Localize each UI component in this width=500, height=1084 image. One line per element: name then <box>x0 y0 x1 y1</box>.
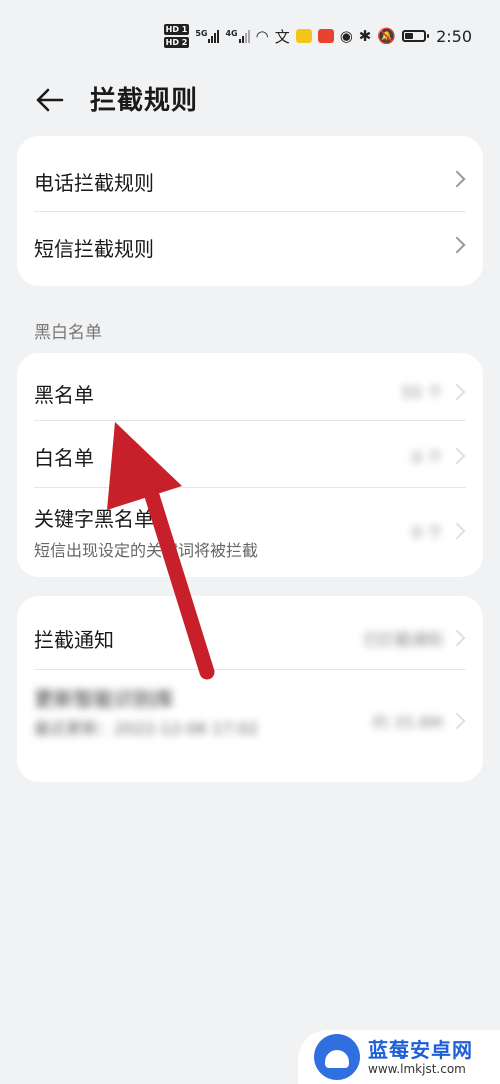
watermark-name: 蓝莓安卓网 <box>368 1038 473 1062</box>
android-logo-icon <box>314 1034 360 1080</box>
watermark: 蓝莓安卓网 www.lmkjst.com <box>298 1030 500 1084</box>
watermark-url: www.lmkjst.com <box>368 1062 466 1076</box>
annotation-arrow <box>107 422 215 680</box>
